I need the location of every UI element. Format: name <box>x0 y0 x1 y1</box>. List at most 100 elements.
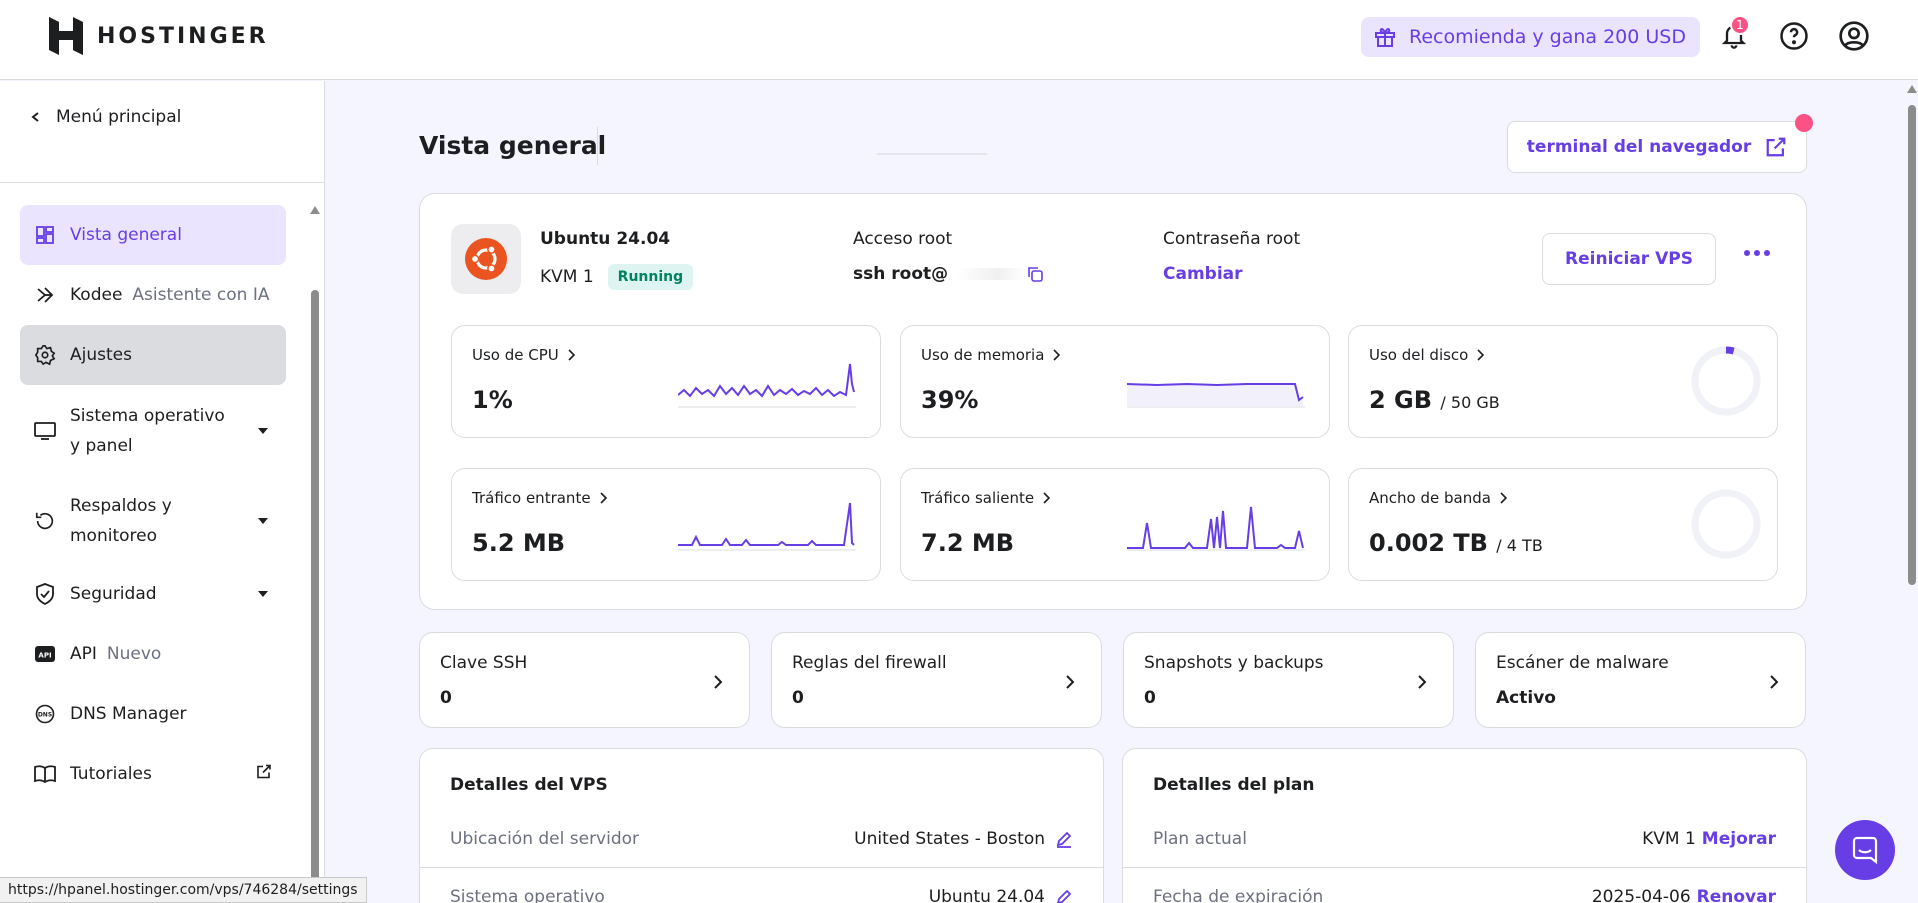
metric-label-row: Ancho de banda <box>1369 489 1507 507</box>
metric-label-row: Uso de memoria <box>921 346 1061 364</box>
sidebar-item-sistema-operativo[interactable]: Sistema operativo y panel <box>20 392 286 470</box>
edit-pencil-icon[interactable] <box>1055 888 1073 903</box>
metric-outbound-traffic[interactable]: Tráfico saliente 7.2 MB <box>900 468 1330 581</box>
metric-memory[interactable]: Uso de memoria 39% <box>900 325 1330 438</box>
metric-label: Uso de CPU <box>472 346 559 364</box>
sidebar-item-label: Sistema operativo y panel <box>70 406 225 456</box>
top-header: HOSTINGER Recomienda y gana 200 USD 1 <box>0 0 1918 80</box>
sidebar-item-respaldos[interactable]: Respaldos y monitoreo <box>20 482 286 560</box>
backup-icon <box>34 510 56 532</box>
gear-icon <box>34 344 56 366</box>
sidebar-item-ajustes[interactable]: Ajustes <box>20 325 286 385</box>
metric-inbound-traffic[interactable]: Tráfico entrante 5.2 MB <box>451 468 881 581</box>
detail-key: Plan actual <box>1153 828 1247 849</box>
sidebar-item-seguridad[interactable]: Seguridad <box>20 564 286 624</box>
chevron-right-icon <box>1477 349 1485 361</box>
help-button[interactable] <box>1776 18 1812 54</box>
disk-total: / 50 GB <box>1440 393 1500 412</box>
metric-cpu[interactable]: Uso de CPU 1% <box>451 325 881 438</box>
chevron-right-icon <box>1066 675 1075 689</box>
chevron-right-icon <box>1043 492 1051 504</box>
renew-link[interactable]: Renovar <box>1697 887 1776 903</box>
chevron-left-icon <box>31 112 39 122</box>
detail-value-group: Ubuntu 24.04 <box>929 887 1073 903</box>
metric-bandwidth[interactable]: Ancho de banda 0.002 TB / 4 TB <box>1348 468 1778 581</box>
sidebar-item-kodee[interactable]: Kodee Asistente con IA <box>20 265 286 325</box>
root-password-label: Contraseña root <box>1163 229 1301 249</box>
cpu-sparkline <box>678 363 856 408</box>
main-scrollbar[interactable] <box>1906 85 1918 903</box>
sidebar-item-label: API <box>70 644 97 664</box>
external-link-icon <box>1766 137 1786 157</box>
restart-vps-button[interactable]: Reiniciar VPS <box>1542 233 1716 285</box>
help-icon <box>1780 22 1808 50</box>
refer-earn-label: Recomienda y gana 200 USD <box>1409 26 1686 48</box>
sidebar-item-tutoriales[interactable]: Tutoriales <box>20 744 286 804</box>
metric-value: 1% <box>472 386 513 414</box>
snapshots-backups-card[interactable]: Snapshots y backups 0 <box>1123 632 1454 728</box>
upgrade-link[interactable]: Mejorar <box>1702 829 1776 849</box>
alert-dot <box>1795 114 1813 132</box>
refer-earn-button[interactable]: Recomienda y gana 200 USD <box>1361 17 1700 57</box>
svg-text:DNS: DNS <box>38 712 52 719</box>
chevron-right-icon <box>1770 675 1779 689</box>
main-scroll-thumb[interactable] <box>1908 105 1916 585</box>
vps-overview-card: Ubuntu 24.04 KVM 1 Running Acceso root s… <box>419 193 1807 610</box>
bandwidth-total: / 4 TB <box>1496 536 1543 555</box>
card-value: 0 <box>440 688 452 708</box>
detail-key: Ubicación del servidor <box>450 828 640 849</box>
detail-key: Sistema operativo <box>450 886 605 903</box>
notification-count-badge: 1 <box>1730 15 1750 35</box>
malware-scanner-card[interactable]: Escáner de malware Activo <box>1475 632 1806 728</box>
detail-value: United States - Boston <box>854 828 1045 849</box>
card-title: Detalles del VPS <box>450 775 608 795</box>
chevron-down-icon <box>258 428 268 434</box>
notifications-button[interactable]: 1 <box>1716 15 1752 54</box>
sidebar: Menú principal Vista general Kodee Asist… <box>0 81 325 903</box>
detail-row: Plan actual KVM 1 Mejorar <box>1123 810 1806 868</box>
metric-label-row: Tráfico entrante <box>472 489 607 507</box>
edit-pencil-icon[interactable] <box>1055 830 1073 848</box>
chat-icon <box>1852 836 1878 865</box>
copy-icon[interactable] <box>1026 265 1044 283</box>
user-avatar-icon <box>1839 21 1869 51</box>
metric-disk[interactable]: Uso del disco 2 GB / 50 GB <box>1348 325 1778 438</box>
ssh-keys-card[interactable]: Clave SSH 0 <box>419 632 750 728</box>
detail-value-group: United States - Boston <box>854 829 1073 849</box>
chevron-right-icon <box>1053 349 1061 361</box>
chat-support-button[interactable] <box>1835 820 1895 880</box>
back-to-main-menu[interactable]: Menú principal <box>30 107 181 127</box>
account-button[interactable] <box>1836 18 1872 54</box>
chevron-right-icon <box>1500 492 1507 504</box>
sidebar-scrollbar[interactable] <box>310 206 320 903</box>
plan-name: KVM 1 <box>540 267 594 287</box>
more-options-button[interactable] <box>1744 250 1770 256</box>
sidebar-scroll-thumb[interactable] <box>311 290 319 903</box>
card-title: Reglas del firewall <box>792 653 947 673</box>
metric-label: Ancho de banda <box>1369 489 1491 507</box>
metric-label-row: Uso del disco <box>1369 346 1485 364</box>
browser-terminal-button[interactable]: terminal del navegador <box>1507 121 1807 173</box>
detail-value: Ubuntu 24.04 <box>928 886 1045 903</box>
change-password-link[interactable]: Cambiar <box>1163 264 1243 284</box>
bandwidth-used: 0.002 TB <box>1369 529 1488 557</box>
metric-value: 7.2 MB <box>921 529 1015 557</box>
sidebar-item-label: Vista general <box>70 225 182 245</box>
detail-value: KVM 1 <box>1642 828 1696 849</box>
hostinger-logo[interactable]: HOSTINGER <box>49 17 269 55</box>
sidebar-item-vista-general[interactable]: Vista general <box>20 205 286 265</box>
shield-icon <box>34 583 56 605</box>
brand-name: HOSTINGER <box>97 23 269 49</box>
chevron-right-icon <box>1418 675 1427 689</box>
sidebar-item-dns-manager[interactable]: DNS DNS Manager <box>20 684 286 744</box>
detail-key: Fecha de expiración <box>1153 886 1324 903</box>
firewall-rules-card[interactable]: Reglas del firewall 0 <box>771 632 1102 728</box>
scroll-up-arrow-icon[interactable] <box>1907 85 1917 93</box>
sidebar-item-api[interactable]: API API Nuevo <box>20 624 286 684</box>
gift-icon <box>1375 28 1395 47</box>
os-name: Ubuntu 24.04 <box>540 229 671 249</box>
sidebar-item-label: Ajustes <box>70 345 132 365</box>
sidebar-item-label: Kodee <box>70 285 123 305</box>
scroll-up-arrow-icon[interactable] <box>310 206 320 214</box>
vps-details-card: Detalles del VPS Ubicación del servidor … <box>419 748 1104 903</box>
